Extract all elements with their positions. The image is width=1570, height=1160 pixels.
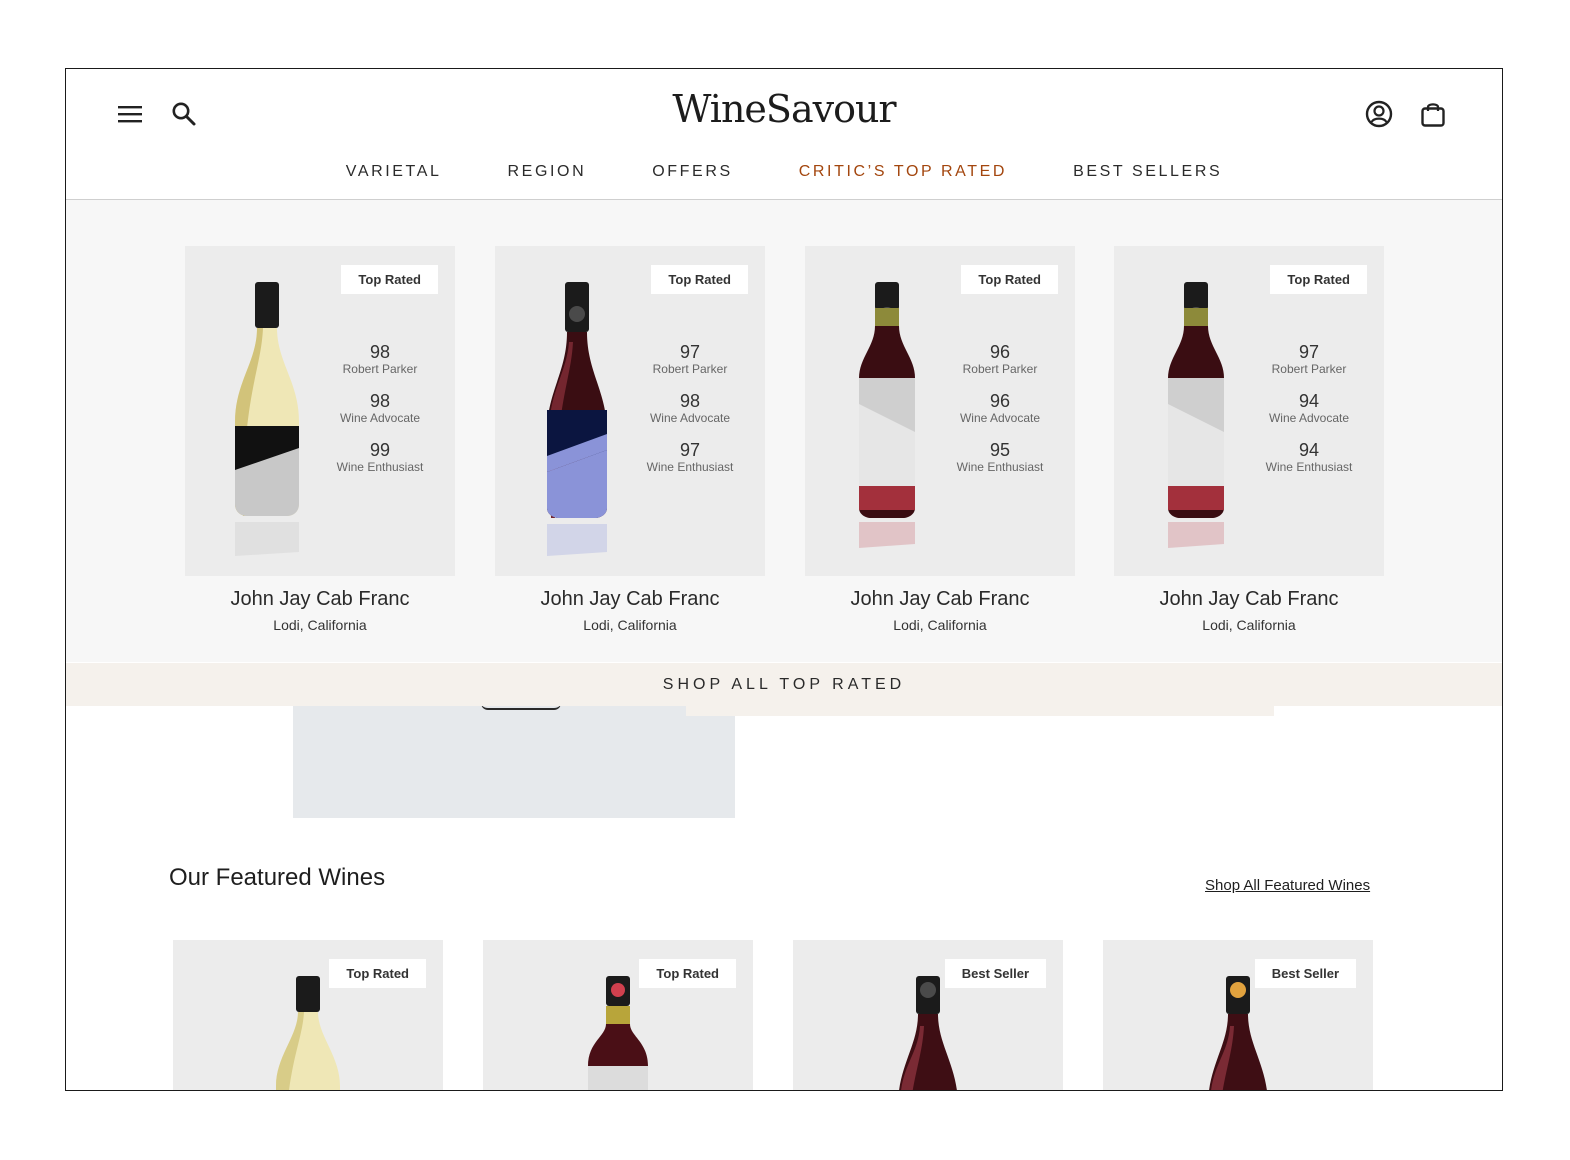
featured-product-card-2[interactable]: Top Rated: [483, 940, 753, 1090]
rating-critic: Wine Enthusiast: [956, 460, 1044, 474]
rating-critic: Wine Enthusiast: [646, 460, 734, 474]
rating-critic: Robert Parker: [1271, 362, 1347, 376]
browser-viewport: Our Featured Wines Shop All Featured Win…: [65, 68, 1503, 1091]
rating-score: 96: [989, 391, 1011, 411]
critic-ratings: 96 Robert Parker 96 Wine Advocate 95 Wine E…: [950, 342, 1050, 489]
shop-all-top-rated-button[interactable]: SHOP ALL TOP RATED: [66, 663, 1502, 706]
top-rated-product-card-1[interactable]: Top Rated 98 Robert Parker 98 Wine Advocat…: [185, 246, 455, 633]
product-badge: Top Rated: [651, 265, 748, 294]
rating-critic: Robert Parker: [962, 362, 1038, 376]
product-location: Lodi, California: [1202, 617, 1296, 633]
featured-product-card-4[interactable]: Best Seller: [1103, 940, 1373, 1090]
nav-item-critics-top-rated[interactable]: CRITIC’S TOP RATED: [766, 163, 1040, 181]
wine-bottle-image: [1168, 282, 1224, 548]
rating-critic: Wine Enthusiast: [1265, 460, 1353, 474]
site-header: WineSavour VARIETAL REGION OFFERS CRITIC…: [66, 69, 1502, 200]
product-badge: Top Rated: [1270, 265, 1367, 294]
featured-product-card-1[interactable]: Top Rated: [173, 940, 443, 1090]
wine-bottle-image: [235, 282, 299, 556]
rating-critic: Robert Parker: [652, 362, 728, 376]
rating-score: 94: [1298, 440, 1320, 460]
rating-score: 98: [369, 342, 391, 362]
top-rated-product-card-3[interactable]: Top Rated 96 Robert Parker 96 Wine Advocat…: [805, 246, 1075, 633]
rating-score: 98: [679, 391, 701, 411]
shop-all-featured-link[interactable]: Shop All Featured Wines: [1205, 877, 1370, 894]
critic-ratings: 98 Robert Parker 98 Wine Advocate 99 Wine E…: [330, 342, 430, 489]
rating-score: 95: [989, 440, 1011, 460]
wine-bottle-image: [276, 976, 340, 1090]
top-rated-product-card-4[interactable]: Top Rated 97 Robert Parker 94 Wine Advocat…: [1114, 246, 1384, 633]
wine-bottle-image: [588, 976, 648, 1090]
product-name[interactable]: John Jay Cab Franc: [1114, 588, 1384, 611]
product-image-area: Top Rated 97 Robert Parker 98 Wine Advocat…: [495, 246, 765, 576]
product-badge: Top Rated: [639, 959, 736, 988]
dropdown-shadow: [686, 706, 1274, 716]
product-location: Lodi, California: [893, 617, 987, 633]
shopping-bag-icon[interactable]: [1417, 98, 1449, 130]
product-location: Lodi, California: [583, 617, 677, 633]
rating-critic: Wine Advocate: [649, 411, 731, 425]
rating-score: 97: [1298, 342, 1320, 362]
product-name[interactable]: John Jay Cab Franc: [495, 588, 765, 611]
nav-item-offers[interactable]: OFFERS: [619, 163, 766, 181]
product-image-area: Top Rated 96 Robert Parker 96 Wine Advocat…: [805, 246, 1075, 576]
rating-score: 96: [989, 342, 1011, 362]
rating-critic: Wine Advocate: [339, 411, 421, 425]
user-circle-icon[interactable]: [1363, 98, 1395, 130]
rating-score: 97: [679, 342, 701, 362]
rating-critic: Robert Parker: [342, 362, 418, 376]
rating-score: 94: [1298, 391, 1320, 411]
rating-score: 97: [679, 440, 701, 460]
wine-bottle-image: [899, 976, 957, 1090]
rating-critic: Wine Advocate: [959, 411, 1041, 425]
main-navigation: VARIETAL REGION OFFERS CRITIC’S TOP RATE…: [66, 163, 1502, 181]
wine-bottle-image: [1209, 976, 1267, 1090]
rating-score: 98: [369, 391, 391, 411]
product-badge: Top Rated: [341, 265, 438, 294]
top-rated-dropdown: Top Rated 98 Robert Parker 98 Wine Advocat…: [66, 200, 1502, 662]
hero-image: [293, 706, 735, 818]
site-logo[interactable]: WineSavour: [66, 87, 1502, 131]
product-badge: Top Rated: [329, 959, 426, 988]
wine-bottle-image: [859, 282, 915, 548]
nav-item-best-sellers[interactable]: BEST SELLERS: [1040, 163, 1255, 181]
top-rated-product-card-2[interactable]: Top Rated 97 Robert Parker 98 Wine Advocat…: [495, 246, 765, 633]
rating-critic: Wine Advocate: [1268, 411, 1350, 425]
wine-bottle-image: [547, 282, 607, 556]
product-location: Lodi, California: [273, 617, 367, 633]
rating-score: 99: [369, 440, 391, 460]
product-image-area: Top Rated 97 Robert Parker 94 Wine Advocat…: [1114, 246, 1384, 576]
featured-section-title: Our Featured Wines: [169, 864, 386, 891]
product-image-area: Top Rated 98 Robert Parker 98 Wine Advocat…: [185, 246, 455, 576]
critic-ratings: 97 Robert Parker 94 Wine Advocate 94 Wine E…: [1259, 342, 1359, 489]
rating-critic: Wine Enthusiast: [336, 460, 424, 474]
product-badge: Top Rated: [961, 265, 1058, 294]
nav-item-varietal[interactable]: VARIETAL: [313, 163, 475, 181]
product-name[interactable]: John Jay Cab Franc: [805, 588, 1075, 611]
product-name[interactable]: John Jay Cab Franc: [185, 588, 455, 611]
featured-product-card-3[interactable]: Best Seller: [793, 940, 1063, 1090]
critic-ratings: 97 Robert Parker 98 Wine Advocate 97 Wine E…: [640, 342, 740, 489]
nav-item-region[interactable]: REGION: [475, 163, 620, 181]
